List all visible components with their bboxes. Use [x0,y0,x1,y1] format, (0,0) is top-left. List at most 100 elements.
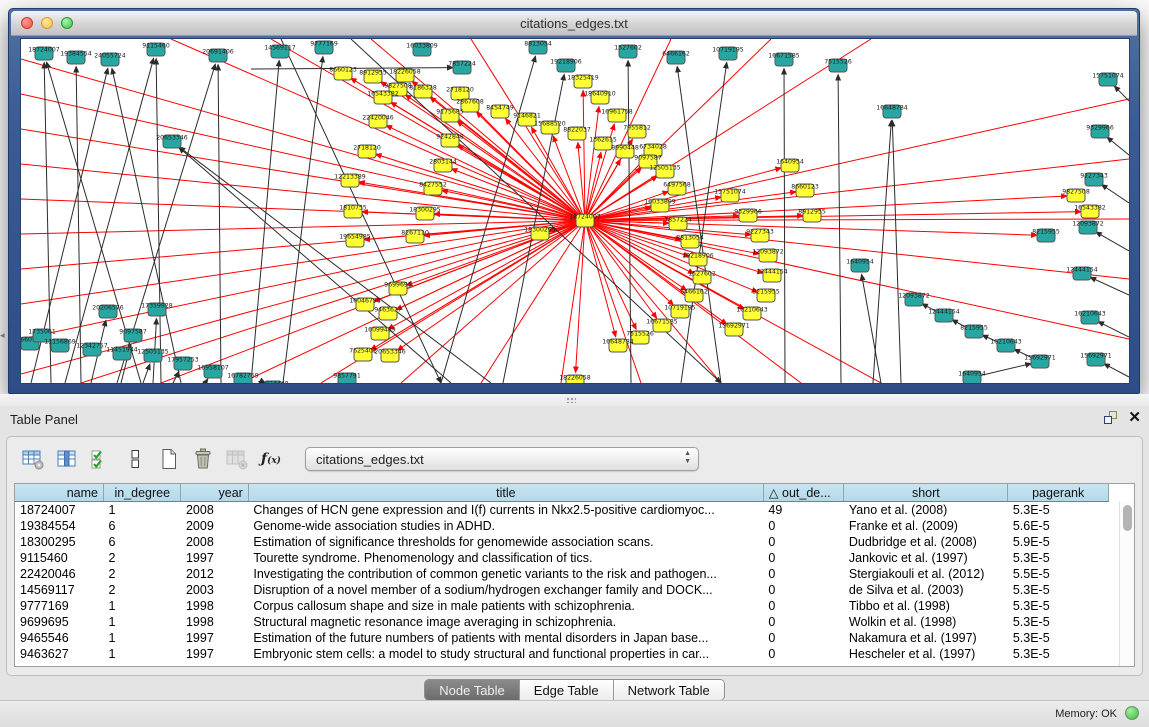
table-cell[interactable]: 9699695 [15,614,104,630]
network-node[interactable]: 1527602 [688,271,716,285]
network-node[interactable]: 15751074 [714,189,746,203]
unselect-rows-icon[interactable] [121,445,149,473]
network-node[interactable]: 18300295 [524,227,556,241]
table-row[interactable]: 1830029562008Estimation of significance … [15,534,1109,550]
network-node[interactable]: 8822037 [563,127,591,141]
network-node[interactable]: 8813054 [524,41,552,55]
network-node[interactable]: 9329966 [1086,125,1114,139]
column-visibility-icon[interactable] [53,445,81,473]
table-cell[interactable]: 1 [104,614,181,630]
table-cell[interactable]: 1 [104,598,181,614]
table-cell[interactable]: 2 [104,566,181,582]
network-node[interactable]: 12093872 [752,249,784,263]
table-cell[interactable]: 2012 [181,566,248,582]
table-cell[interactable]: Stergiakouli et al. (2012) [844,566,1008,582]
network-node[interactable]: 16648784 [876,105,908,119]
column-header-pagerank[interactable]: pagerank [1008,484,1109,502]
table-cell[interactable]: 1997 [181,646,248,662]
function-builder-icon[interactable]: ƒ(x) [257,445,285,473]
network-node[interactable]: 1810755 [339,205,367,219]
network-node[interactable]: 16648784 [602,339,634,353]
column-header-in_degree[interactable]: in_degree [104,484,181,502]
network-node[interactable]: 8215955 [1032,229,1060,243]
network-node[interactable]: 8215955 [752,289,780,303]
table-cell[interactable]: Estimation of the future numbers of pati… [248,630,763,646]
split-grip-icon[interactable] [566,397,576,403]
network-node[interactable]: 9097587 [119,329,147,343]
table-row[interactable]: 1938455462009Genome-wide association stu… [15,518,1109,534]
table-cell[interactable]: 0 [763,518,843,534]
network-node[interactable]: 14569117 [264,45,296,59]
delete-table-icon[interactable] [223,445,251,473]
network-node[interactable]: 1640954 [958,371,986,384]
table-cell[interactable]: Yano et al. (2008) [844,502,1008,519]
table-cell[interactable]: 5.9E-5 [1008,534,1109,550]
table-cell[interactable]: 1997 [181,550,248,566]
table-mode-icon[interactable] [19,445,47,473]
table-cell[interactable]: Hescheler et al. (1997) [844,646,1008,662]
network-node[interactable]: 20653346 [374,349,406,363]
network-node[interactable]: 11451944 [106,347,138,361]
network-node[interactable]: 2803144 [429,159,457,173]
table-cell[interactable]: 9465546 [15,630,104,646]
table-cell[interactable]: Embryonic stem cells: a model to study s… [248,646,763,662]
float-window-icon[interactable] [1103,410,1118,425]
network-node[interactable]: 8186328 [409,85,437,99]
network-node[interactable]: 18226058 [389,69,421,83]
table-cell[interactable]: 0 [763,614,843,630]
network-node[interactable]: 16782759 [227,373,259,384]
network-canvas-svg[interactable]: 1872400719384554240557249115460206914061… [21,39,1129,383]
delete-column-icon[interactable] [189,445,217,473]
network-node[interactable]: 16671585 [768,53,800,67]
network-node[interactable]: 16210643 [1074,311,1106,325]
table-cell[interactable]: 0 [763,598,843,614]
network-node[interactable]: 20691406 [202,49,234,63]
network-node[interactable]: 8267110 [401,230,429,244]
table-cell[interactable]: Wolkin et al. (1998) [844,614,1008,630]
table-row[interactable]: 969969511998Structural magnetic resonanc… [15,614,1109,630]
table-cell[interactable]: 9463627 [15,646,104,662]
network-node[interactable]: 18640910 [584,91,616,105]
network-node[interactable]: 18724007 [28,47,60,61]
network-node[interactable]: 12444154 [928,309,960,323]
network-node[interactable]: 9857791 [333,373,361,384]
table-cell[interactable]: 18724007 [15,502,104,519]
network-node[interactable]: 18325419 [567,75,599,89]
collapsed-panel-arrow[interactable]: ◂ [0,331,5,340]
network-node[interactable]: 19218906 [682,253,714,267]
column-header-title[interactable]: title [248,484,763,502]
network-node[interactable]: 9777169 [310,41,338,55]
network-node[interactable]: 15692971 [1080,353,1112,367]
network-node[interactable]: 16543382 [367,91,399,105]
network-node[interactable]: 12093872 [898,293,930,307]
network-node[interactable]: 10719195 [664,305,696,319]
network-node[interactable]: 8454749 [486,105,514,119]
table-scrollbar-thumb[interactable] [1123,505,1132,531]
column-header-short[interactable]: short [844,484,1008,502]
table-cell[interactable]: 0 [763,630,843,646]
table-cell[interactable]: 0 [763,566,843,582]
network-node[interactable]: 6466162 [680,289,708,303]
network-node[interactable]: 15692971 [1024,355,1056,369]
table-cell[interactable]: 6 [104,518,181,534]
network-node[interactable]: 10719195 [712,47,744,61]
column-header-out_de[interactable]: △ out_de... [763,484,843,502]
table-cell[interactable]: 0 [763,646,843,662]
network-node[interactable]: 9699695 [384,282,412,296]
network-node[interactable]: 20653346 [156,135,188,149]
network-node[interactable]: 16033809 [406,43,438,57]
network-node[interactable]: 1640954 [846,259,874,273]
network-node[interactable]: 18300295 [409,207,441,221]
table-cell[interactable]: 6 [104,534,181,550]
network-node[interactable]: 1640954 [776,159,804,173]
network-node[interactable]: 8912955 [359,70,387,84]
network-node[interactable]: 22420046 [362,115,394,129]
table-cell[interactable]: 2009 [181,518,248,534]
table-cell[interactable]: Estimation of significance thresholds fo… [248,534,763,550]
table-cell[interactable]: Nakamura et al. (1997) [844,630,1008,646]
table-selector-combo[interactable]: citations_edges.txt ▲▼ [305,447,699,471]
table-row[interactable]: 946554611997Estimation of the future num… [15,630,1109,646]
network-node[interactable]: 15688520 [534,121,566,135]
table-row[interactable]: 977716911998Corpus callosum shape and si… [15,598,1109,614]
table-cell[interactable]: 5.3E-5 [1008,614,1109,630]
